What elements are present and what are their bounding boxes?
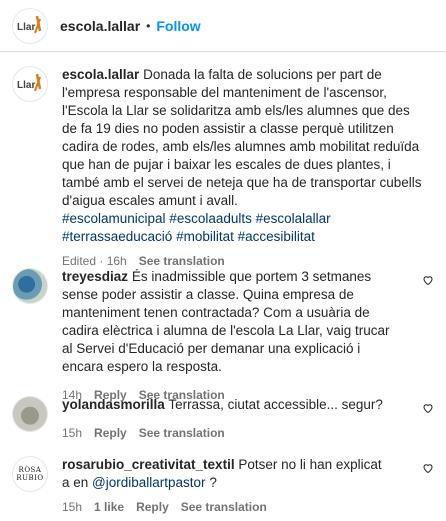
comment-body: yolandasmorilla Terrassa, ciutat accessi… xyxy=(62,396,392,442)
see-translation-button[interactable]: See translation xyxy=(139,424,225,442)
comment-text: És inadmissible que portem 3 setmanes se… xyxy=(62,269,390,374)
caption-username[interactable]: escola.lallar xyxy=(62,67,139,82)
header-separator: • xyxy=(146,18,151,33)
user-mention-link[interactable]: @jordiballartpastor xyxy=(92,475,206,490)
post-caption: Llar escola.lallar Donada la falta de so… xyxy=(12,66,434,270)
commenter-avatar[interactable]: ROSA RUBIO xyxy=(12,456,48,492)
avatar-text-line-2: RUBIO xyxy=(16,474,44,482)
comment-item: treyesdiaz És inadmissible que portem 3 … xyxy=(12,268,434,404)
rosa-rubio-logo: ROSA RUBIO xyxy=(16,466,43,482)
header-username[interactable]: escola.lallar xyxy=(60,18,140,34)
follow-button[interactable]: Follow xyxy=(156,18,200,34)
comment-text: Terrassa, ciutat accessible... segur? xyxy=(168,397,383,412)
comment-username[interactable]: yolandasmorilla xyxy=(62,397,165,412)
likes-count-button[interactable]: 1 like xyxy=(94,498,124,516)
caption-avatar[interactable]: Llar xyxy=(12,66,48,102)
like-heart-icon[interactable] xyxy=(422,462,434,474)
comment-item: yolandasmorilla Terrassa, ciutat accessi… xyxy=(12,396,434,442)
comment-timestamp: 15h xyxy=(62,426,83,440)
like-heart-icon[interactable] xyxy=(422,274,434,286)
comment-item: ROSA RUBIO rosarubio_creativitat_textil … xyxy=(12,456,434,516)
comment-body: treyesdiaz És inadmissible que portem 3 … xyxy=(62,268,392,404)
avatar-text-line-1: ROSA xyxy=(18,466,42,474)
caption-body: escola.lallar Donada la falta de solucio… xyxy=(62,66,422,270)
comment-timestamp: 15h xyxy=(62,500,83,514)
caption-text: Donada la falta de solucions per part de… xyxy=(62,67,422,208)
caption-hashtags[interactable]: #escolamunicipal #escolaadults #escolala… xyxy=(62,210,422,246)
comment-username[interactable]: rosarubio_creativitat_textil xyxy=(62,457,235,472)
comment-username[interactable]: treyesdiaz xyxy=(62,269,128,284)
llar-logo-icon: Llar xyxy=(17,73,42,92)
commenter-avatar[interactable] xyxy=(12,396,48,432)
see-translation-button[interactable]: See translation xyxy=(181,498,267,516)
reply-button[interactable]: Reply xyxy=(136,498,169,516)
svg-text:Llar: Llar xyxy=(17,80,35,91)
comment-meta: 15h 1 like Reply See translation xyxy=(62,498,392,516)
account-avatar[interactable]: Llar xyxy=(12,7,48,44)
reply-button[interactable]: Reply xyxy=(94,424,127,442)
comment-body: rosarubio_creativitat_textil Potser no l… xyxy=(62,456,392,516)
llar-logo-icon: Llar xyxy=(17,15,42,33)
svg-text:Llar: Llar xyxy=(17,22,35,33)
post-header: Llar escola.lallar • Follow xyxy=(0,0,446,52)
like-heart-icon[interactable] xyxy=(422,402,434,414)
commenter-avatar[interactable] xyxy=(12,268,48,304)
comment-meta: 15h Reply See translation xyxy=(62,424,392,442)
comment-text-after: ? xyxy=(205,475,217,490)
